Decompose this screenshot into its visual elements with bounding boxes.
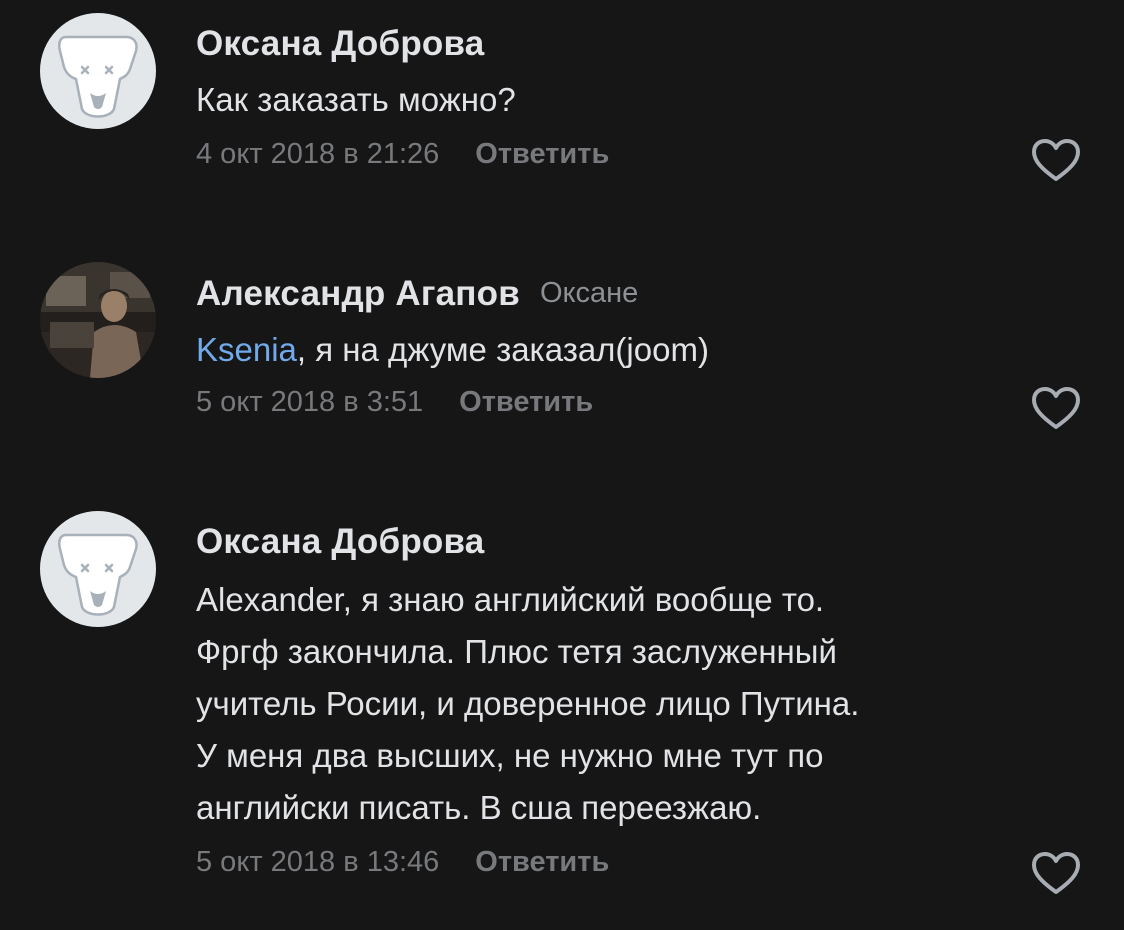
- reply-to-label[interactable]: Оксане: [540, 277, 638, 309]
- comment-text-line: Фргф закончила. Плюс тетя заслуженный: [196, 633, 837, 670]
- avatar[interactable]: [40, 262, 156, 378]
- comment-text-line: английски писать. В сша переезжаю.: [196, 789, 762, 826]
- comment-date[interactable]: 5 окт 2018 в 13:46: [196, 846, 439, 878]
- comment-meta: 5 окт 2018 в 3:51 Ответить: [196, 386, 593, 419]
- comment-text: Как заказать можно?: [196, 81, 516, 118]
- comment-text-line: У меня два высших, не нужно мне тут по: [196, 737, 824, 774]
- author-line: Оксана Доброва: [196, 522, 484, 562]
- author-name[interactable]: Оксана Доброва: [196, 24, 484, 63]
- comment-item: Оксана Доброва Как заказать можно? 4 окт…: [0, 0, 1124, 250]
- comment-text-body: , я на джуме заказал(joom): [296, 331, 709, 368]
- heart-outline-icon[interactable]: [1030, 137, 1082, 183]
- default-dog-avatar-icon: [58, 35, 138, 118]
- author-line: Александр Агапов Оксане: [196, 274, 638, 314]
- comment-date[interactable]: 4 окт 2018 в 21:26: [196, 138, 439, 170]
- user-photo-avatar: [40, 262, 156, 378]
- reply-button[interactable]: Ответить: [475, 138, 609, 170]
- author-name[interactable]: Оксана Доброва: [196, 522, 484, 561]
- mention-link[interactable]: Ksenia: [196, 331, 297, 368]
- comment-item: Александр Агапов Оксане Ksenia, я на джум…: [0, 250, 1124, 500]
- reply-button[interactable]: Ответить: [459, 386, 593, 418]
- avatar[interactable]: [40, 511, 156, 627]
- comment-text: Alexander, я знаю английский вообще то. …: [196, 574, 1056, 834]
- comment-text-line: учитель Росии, и доверенное лицо Путина.: [196, 685, 860, 722]
- heart-outline-icon[interactable]: [1030, 850, 1082, 896]
- author-name[interactable]: Александр Агапов: [196, 274, 520, 313]
- comment-meta: 5 окт 2018 в 13:46 Ответить: [196, 846, 609, 879]
- comment-meta: 4 окт 2018 в 21:26 Ответить: [196, 138, 609, 171]
- comment-text: Ksenia, я на джуме заказал(joom): [196, 324, 1056, 376]
- reply-button[interactable]: Ответить: [475, 846, 609, 878]
- comment-date[interactable]: 5 окт 2018 в 3:51: [196, 386, 423, 418]
- comment-text-line: Alexander, я знаю английский вообще то.: [196, 581, 825, 618]
- comment-item: Оксана Доброва Alexander, я знаю английс…: [0, 500, 1124, 930]
- author-line: Оксана Доброва: [196, 24, 484, 64]
- avatar[interactable]: [40, 13, 156, 129]
- heart-outline-icon[interactable]: [1030, 385, 1082, 431]
- default-dog-avatar-icon: [58, 533, 138, 616]
